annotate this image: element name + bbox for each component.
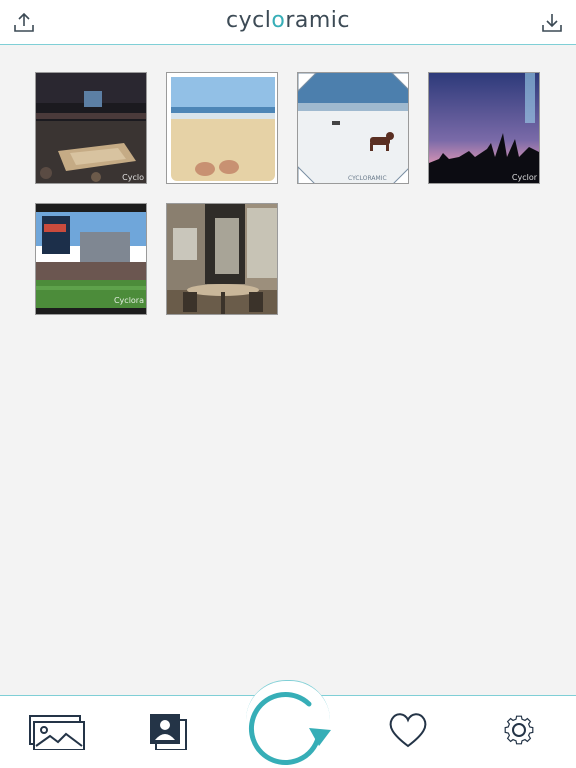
photo-watermark: Cyclora <box>113 296 144 305</box>
gallery-icon[interactable] <box>26 710 86 750</box>
download-icon[interactable] <box>540 11 564 35</box>
cycle-icon[interactable] <box>247 686 333 768</box>
heart-icon[interactable] <box>386 710 430 750</box>
photo-beach-feet[interactable] <box>166 72 278 184</box>
photo-watermark: Cyclor <box>511 173 537 182</box>
settings-icon[interactable] <box>498 710 540 750</box>
photo-watermark: CYCLORAMIC <box>348 175 387 182</box>
photo-watermark: Cyclo <box>122 173 144 182</box>
app-logo: cycloramic <box>226 8 350 33</box>
header-bar: cycloramic <box>0 0 576 45</box>
photo-snow-dog[interactable]: CYCLORAMIC <box>297 72 409 184</box>
photo-city-sunset[interactable]: Cyclor <box>428 72 540 184</box>
portrait-icon[interactable] <box>146 710 190 750</box>
photo-office[interactable] <box>166 203 278 315</box>
tab-bar <box>0 680 576 768</box>
photo-ballpark[interactable]: Cyclora <box>35 203 147 315</box>
photo-arena[interactable]: Cyclo <box>35 72 147 184</box>
